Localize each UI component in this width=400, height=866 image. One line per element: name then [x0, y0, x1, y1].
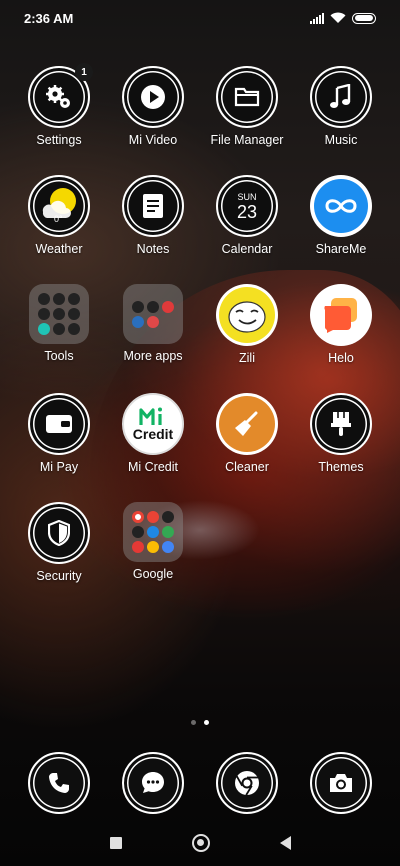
home-button[interactable] [191, 834, 210, 852]
page-dot [191, 720, 196, 725]
message-icon [122, 752, 184, 814]
more-apps-folder-icon [123, 284, 183, 344]
signal-icon [310, 12, 324, 24]
app-label: Zili [239, 351, 255, 365]
app-zili[interactable]: Zili [200, 284, 294, 393]
app-label: More apps [123, 349, 183, 363]
app-label: Mi Pay [39, 460, 79, 474]
app-calendar[interactable]: SUN 23 Calendar [200, 175, 294, 284]
back-button[interactable] [279, 836, 291, 850]
folder-more-apps[interactable]: More apps [106, 284, 200, 393]
app-label: Tools [44, 349, 74, 363]
brush-icon [310, 393, 372, 455]
app-label: Mi Credit [127, 460, 178, 474]
music-note-icon [310, 66, 372, 128]
recents-button[interactable] [109, 837, 122, 849]
app-settings[interactable]: 1 Settings [12, 63, 106, 175]
app-security[interactable]: Security [12, 502, 106, 611]
app-label: ShareMe [315, 242, 367, 256]
app-helo[interactable]: Helo [294, 284, 388, 393]
app-label: Security [36, 569, 82, 583]
app-mi-pay[interactable]: Mi Pay [12, 393, 106, 502]
app-label: Helo [328, 351, 354, 365]
app-mi-video[interactable]: Mi Video [106, 66, 200, 175]
calendar-date: 23 [236, 202, 258, 222]
page-indicator [0, 720, 400, 725]
chrome-icon [216, 752, 278, 814]
folder-icon [216, 66, 278, 128]
shield-icon [28, 502, 90, 564]
helo-icon [310, 284, 372, 346]
dock-browser[interactable] [200, 752, 294, 814]
app-label: Mi Video [128, 133, 178, 147]
app-label: File Manager [210, 133, 284, 147]
phone-icon [28, 752, 90, 814]
app-notes[interactable]: Notes [106, 175, 200, 284]
google-folder-icon [123, 502, 183, 562]
calendar-day: SUN [237, 192, 257, 202]
app-cleaner[interactable]: Cleaner [200, 393, 294, 502]
wallet-icon [28, 393, 90, 455]
dock-phone[interactable] [12, 752, 106, 814]
play-icon [122, 66, 184, 128]
app-music[interactable]: Music [294, 66, 388, 175]
app-label: Settings [36, 133, 82, 147]
status-time: 2:36 AM [24, 10, 74, 26]
broom-icon [216, 393, 278, 455]
status-bar: 2:36 AM [0, 0, 400, 36]
tools-folder-icon [29, 284, 89, 344]
dock [12, 752, 388, 814]
home-app-grid: 1 Settings Mi Video File Manager Music 0… [12, 63, 388, 611]
gear-icon: 1 [28, 63, 93, 128]
app-file-manager[interactable]: File Manager [200, 66, 294, 175]
weather-icon: 0° [28, 175, 90, 237]
navigation-bar [0, 828, 400, 858]
zili-face-icon [216, 284, 278, 346]
app-label: Music [324, 133, 358, 147]
app-label: Themes [318, 460, 364, 474]
app-mi-credit[interactable]: Credit Mi Credit [106, 393, 200, 502]
app-label: Calendar [221, 242, 273, 256]
mi-credit-icon: Credit [122, 393, 184, 455]
infinity-icon [310, 175, 372, 237]
notification-badge: 1 [75, 63, 93, 81]
folder-tools[interactable]: Tools [12, 284, 106, 393]
app-label: Google [132, 567, 174, 581]
app-label: Weather [35, 242, 83, 256]
calendar-icon: SUN 23 [216, 175, 278, 237]
page-dot-active [204, 720, 209, 725]
app-weather[interactable]: 0° Weather [12, 175, 106, 284]
dock-camera[interactable] [294, 752, 388, 814]
app-label: Notes [136, 242, 170, 256]
camera-icon [310, 752, 372, 814]
mi-credit-logo-text: Credit [132, 426, 174, 442]
weather-temperature: 0° [54, 214, 63, 224]
dock-messaging[interactable] [106, 752, 200, 814]
battery-icon [352, 12, 376, 24]
notes-icon [122, 175, 184, 237]
wifi-icon [330, 12, 346, 23]
app-label: Cleaner [225, 460, 269, 474]
folder-google[interactable]: Google [106, 502, 200, 611]
app-themes[interactable]: Themes [294, 393, 388, 502]
app-shareme[interactable]: ShareMe [294, 175, 388, 284]
